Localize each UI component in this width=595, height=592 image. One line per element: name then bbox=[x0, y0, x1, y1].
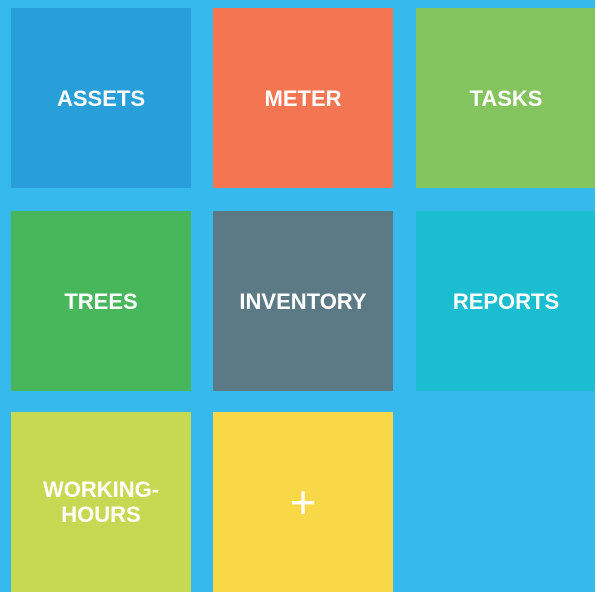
tile-inventory-label: INVENTORY bbox=[239, 288, 367, 314]
tile-meter-label: METER bbox=[264, 85, 342, 111]
plus-icon: + bbox=[289, 476, 317, 528]
tile-tasks[interactable]: TASKS bbox=[416, 8, 595, 188]
tile-assets-label: ASSETS bbox=[56, 85, 146, 111]
tile-trees[interactable]: TREES bbox=[11, 211, 191, 391]
tile-meter[interactable]: METER bbox=[213, 8, 393, 188]
tile-trees-label: TREES bbox=[64, 288, 138, 314]
tile-reports-label: REPORTS bbox=[452, 288, 560, 314]
tile-inventory[interactable]: INVENTORY bbox=[213, 211, 393, 391]
tile-reports[interactable]: REPORTS bbox=[416, 211, 595, 391]
tile-working-hours[interactable]: WORKING- HOURS bbox=[11, 412, 191, 592]
tile-assets[interactable]: ASSETS bbox=[11, 8, 191, 188]
add-tile-button[interactable]: + bbox=[213, 412, 393, 592]
tile-tasks-label: TASKS bbox=[469, 85, 543, 111]
tile-working-hours-label: WORKING- HOURS bbox=[42, 477, 160, 527]
